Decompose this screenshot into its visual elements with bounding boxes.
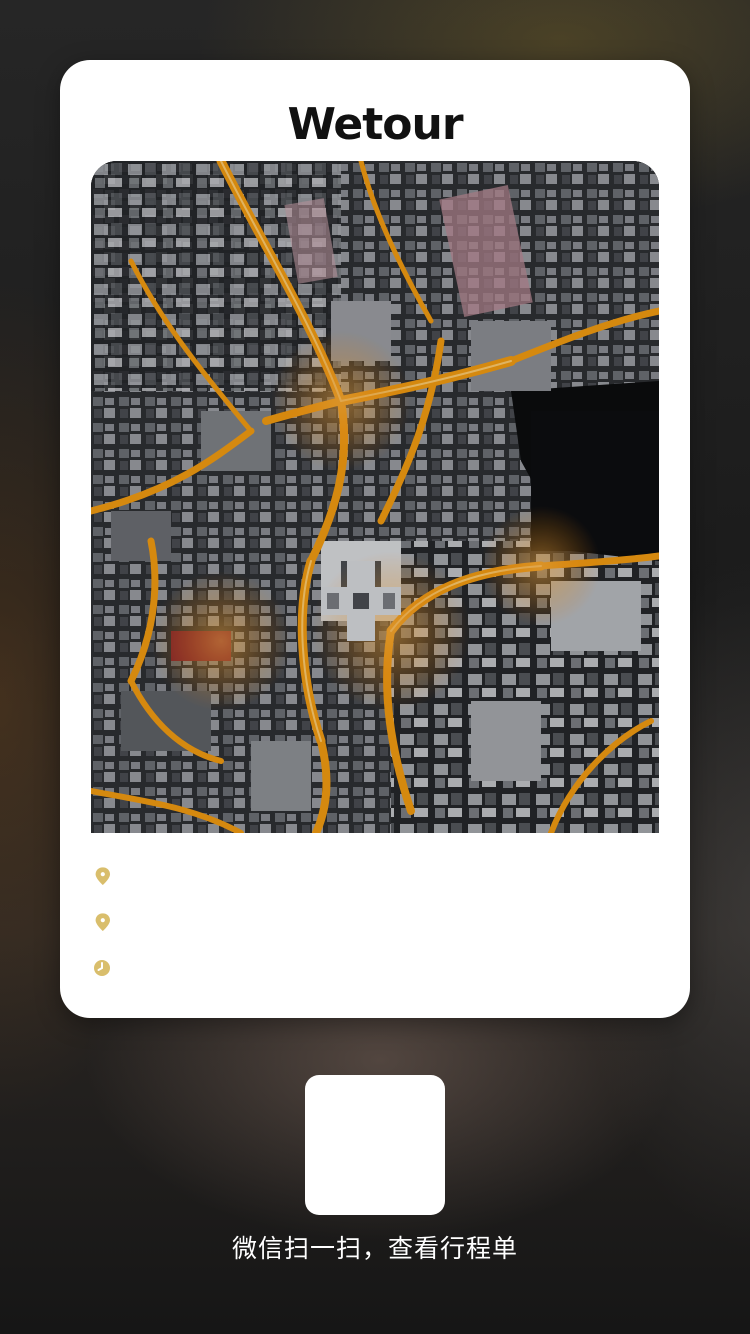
scan-hint-text: 微信扫一扫，查看行程单: [231, 1234, 518, 1263]
brand-logo: Wetour: [287, 99, 463, 150]
qr-code[interactable]: [305, 1075, 445, 1215]
location-pin-icon: [92, 911, 114, 935]
info-row-destination: [92, 911, 652, 937]
info-row-time: [92, 957, 652, 983]
aerial-city-illustration: [91, 161, 659, 833]
location-pin-icon: [92, 865, 114, 889]
clock-icon: [92, 957, 114, 981]
info-row-origin: [92, 865, 652, 891]
brand-header: Wetour: [60, 60, 690, 160]
cover-photo: [91, 161, 659, 833]
